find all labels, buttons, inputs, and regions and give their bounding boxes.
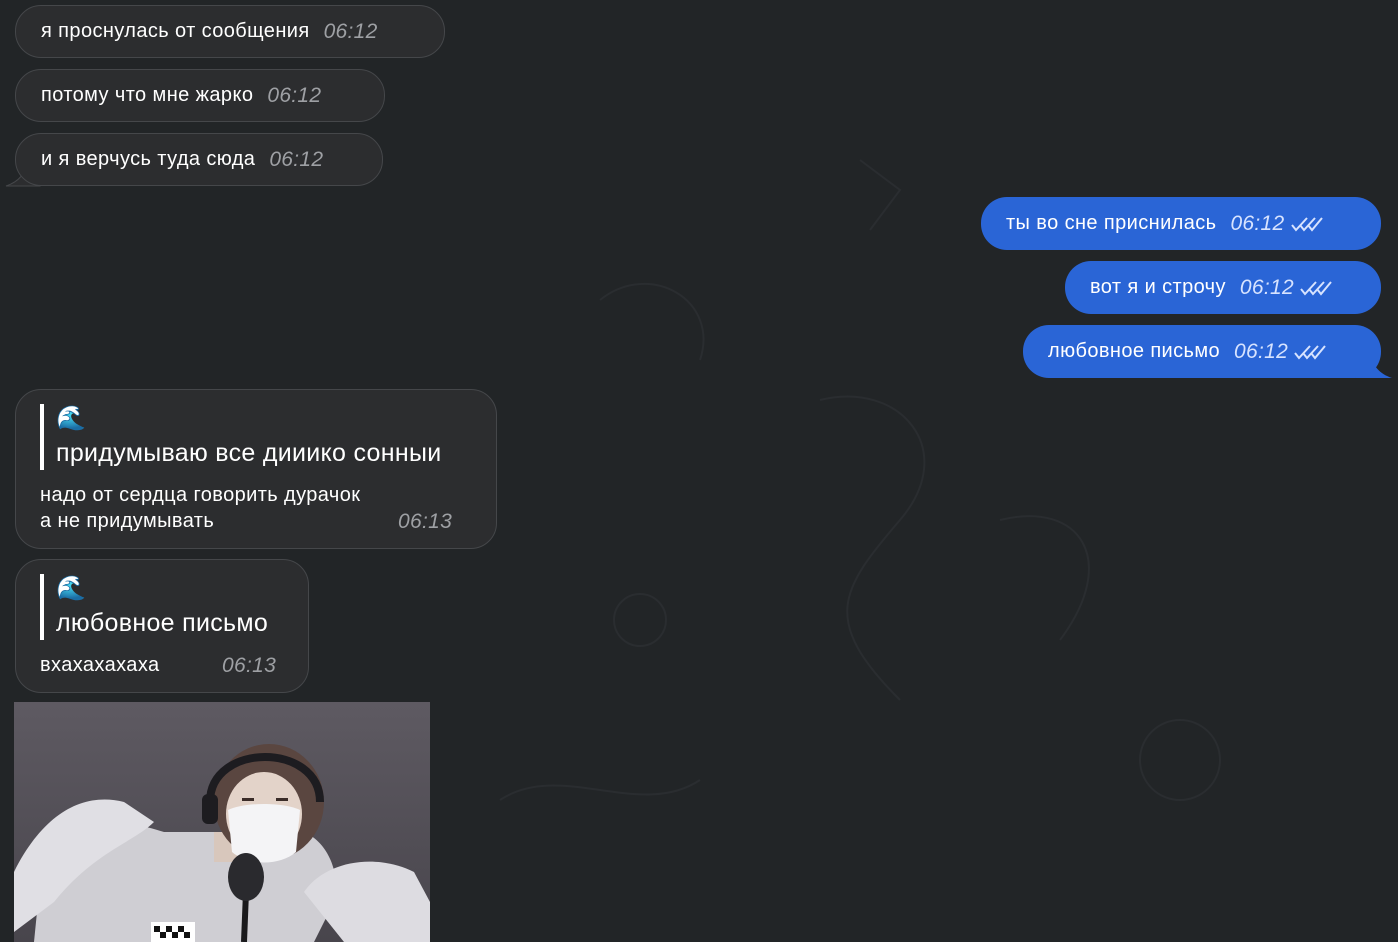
message-time: 06:13 bbox=[398, 510, 453, 533]
reply-quote[interactable]: 🌊 придумываю все дииико сонныи bbox=[40, 404, 442, 470]
reply-quote-text: придумываю все дииико сонныи bbox=[56, 439, 442, 467]
read-double-check-icon bbox=[1300, 280, 1332, 296]
reply-quote[interactable]: 🌊 любовное письмо bbox=[40, 574, 268, 640]
wave-emoji-icon: 🌊 bbox=[56, 575, 87, 602]
incoming-reply-message[interactable]: 🌊 любовное письмо вхахахахаха 06:13 bbox=[15, 559, 309, 693]
message-time: 06:13 bbox=[222, 654, 277, 677]
message-text: любовное письмо bbox=[1048, 340, 1221, 362]
read-double-check-icon bbox=[1290, 216, 1323, 232]
incoming-message[interactable]: потому что мне жарко 06:12 bbox=[15, 69, 385, 122]
message-time: 06:12 bbox=[269, 147, 324, 171]
message-text-line: а не придумывать bbox=[40, 510, 215, 532]
message-text-line: надо от сердца говорить дурачок bbox=[40, 484, 361, 506]
incoming-message[interactable]: я проснулась от сообщения 06:12 bbox=[15, 5, 445, 58]
incoming-reply-message[interactable]: 🌊 придумываю все дииико сонныи надо от с… bbox=[15, 389, 497, 549]
message-time: 06:12 bbox=[1234, 339, 1289, 363]
message-text: я проснулась от сообщения bbox=[41, 20, 310, 42]
message-text: ты во сне приснилась bbox=[1006, 212, 1217, 234]
message-text: и я верчусь туда сюда bbox=[41, 148, 256, 170]
outgoing-message[interactable]: любовное письмо 06:12 bbox=[1023, 325, 1381, 378]
message-time: 06:12 bbox=[1239, 275, 1294, 299]
photo-thumbnail bbox=[14, 702, 430, 942]
reply-quote-text: любовное письмо bbox=[56, 609, 269, 637]
incoming-message[interactable]: и я верчусь туда сюда 06:12 bbox=[15, 133, 383, 186]
message-text: вот я и строчу bbox=[1090, 276, 1226, 298]
message-time: 06:12 bbox=[267, 83, 322, 107]
message-text-line: вхахахахаха bbox=[40, 654, 160, 676]
message-time: 06:12 bbox=[323, 19, 378, 43]
outgoing-message[interactable]: вот я и строчу 06:12 bbox=[1065, 261, 1381, 314]
message-time: 06:12 bbox=[1230, 211, 1285, 235]
read-double-check-icon bbox=[1294, 344, 1326, 360]
photo-message[interactable] bbox=[14, 702, 430, 942]
message-text: потому что мне жарко bbox=[41, 84, 254, 106]
wave-emoji-icon: 🌊 bbox=[56, 405, 87, 432]
outgoing-message[interactable]: ты во сне приснилась 06:12 bbox=[981, 197, 1381, 250]
